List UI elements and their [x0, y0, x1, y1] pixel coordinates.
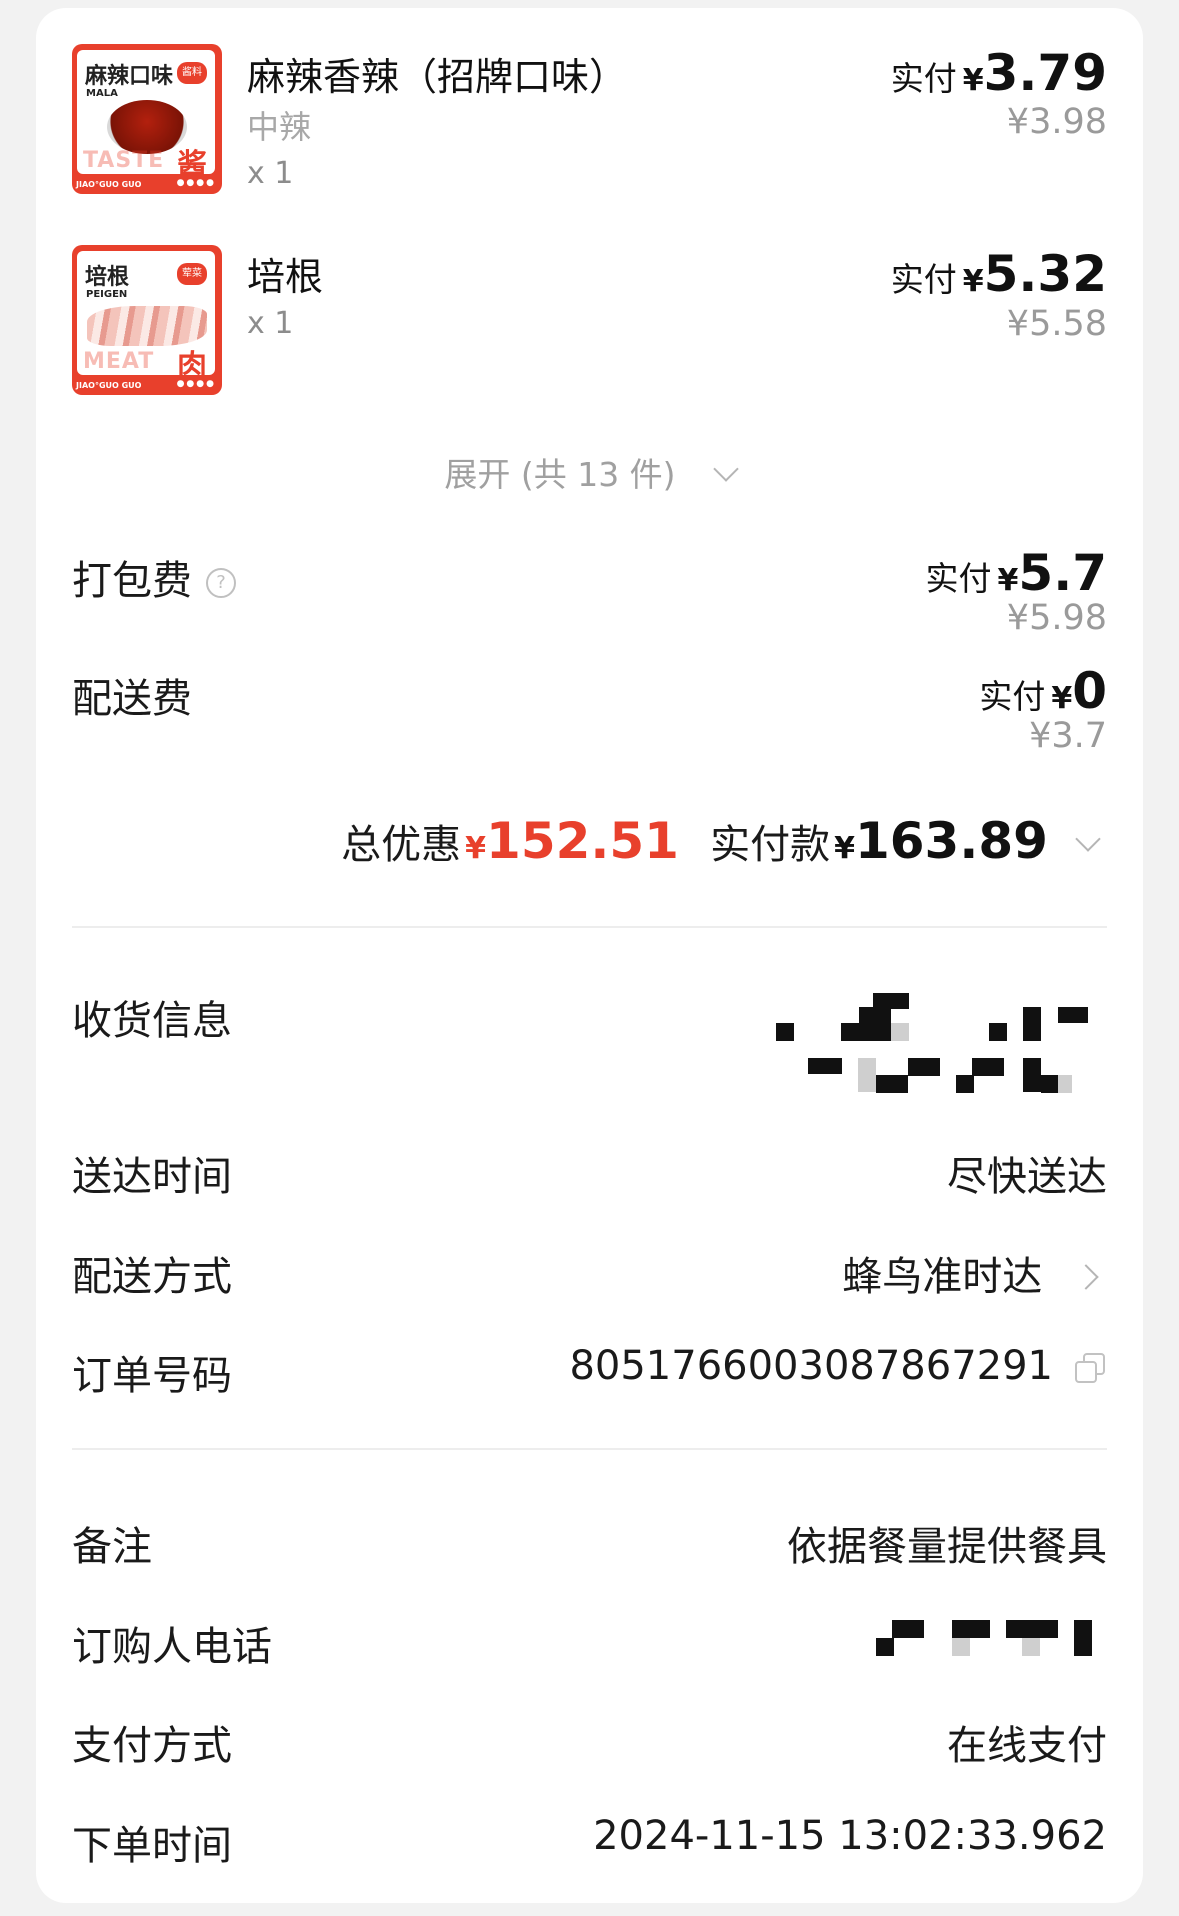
order-number-value: 8051766003087867291: [569, 1343, 1053, 1389]
order-total-summary[interactable]: 总优惠 ¥152.51 实付款 ¥163.89: [341, 812, 1107, 870]
packing-fee-paid: 实付 ¥5.7: [925, 544, 1107, 602]
delivery-fee-paid: 实付 ¥0: [979, 662, 1107, 720]
expand-items-button[interactable]: 展开 (共 13 件): [36, 448, 1143, 496]
product-qty: x 1: [247, 306, 294, 341]
receiver-info-label: 收货信息: [72, 998, 232, 1044]
delivery-method-link[interactable]: 蜂鸟准时达: [842, 1244, 1099, 1302]
copy-icon[interactable]: [1075, 1353, 1105, 1383]
packing-fee-original: ¥5.98: [1006, 598, 1107, 638]
total-paid: 163.89: [854, 812, 1048, 870]
product-paid-price: 实付 ¥5.32: [890, 245, 1107, 303]
product-original-price: ¥5.58: [1006, 304, 1107, 344]
question-circle-icon[interactable]: ?: [206, 568, 236, 598]
expand-label: 展开 (共 13 件): [444, 455, 676, 494]
delivery-time-label: 送达时间: [72, 1154, 232, 1200]
chevron-right-icon: [1073, 1264, 1099, 1290]
delivery-fee-original: ¥3.7: [1029, 716, 1107, 756]
delivery-method-label: 配送方式: [72, 1254, 232, 1300]
product-spec: 中辣: [247, 108, 312, 146]
receiver-info-redacted: [736, 993, 1136, 1103]
product-original-price: ¥3.98: [1006, 102, 1107, 142]
product-qty: x 1: [247, 156, 294, 191]
divider: [72, 1448, 1107, 1450]
buyer-phone-label: 订购人电话: [72, 1624, 272, 1670]
product-name[interactable]: 麻辣香辣（招牌口味）: [247, 46, 627, 101]
bacon-image: [87, 306, 207, 346]
chevron-down-icon: [1075, 826, 1101, 852]
total-discount: 152.51: [486, 812, 679, 870]
chevron-down-icon: [712, 456, 739, 482]
delivery-fee-label: 配送费: [72, 676, 192, 722]
remark-label: 备注: [72, 1524, 152, 1570]
buyer-phone-redacted: [856, 1620, 1126, 1664]
remark-value: 依据餐量提供餐具: [787, 1524, 1107, 1570]
order-time-label: 下单时间: [72, 1823, 232, 1869]
product-paid-price: 实付 ¥3.79: [890, 44, 1107, 102]
divider: [72, 926, 1107, 928]
product-thumbnail-bacon[interactable]: 培根 PEIGEN 荤菜 MEAT 肉 JIAO°GUO GUO ●●●●: [72, 245, 222, 395]
sauce-bowl-image: [107, 100, 187, 154]
delivery-method-value: 蜂鸟准时达: [842, 1254, 1043, 1300]
product-name[interactable]: 培根: [247, 246, 323, 301]
payment-method-value: 在线支付: [947, 1723, 1107, 1769]
delivery-time-value: 尽快送达: [947, 1154, 1107, 1200]
product-thumbnail-mala[interactable]: 麻辣口味 MALA 酱料 TASTE 酱 JIAO°GUO GUO ●●●●: [72, 44, 222, 194]
order-number-label: 订单号码: [72, 1353, 232, 1399]
order-detail-card: 麻辣口味 MALA 酱料 TASTE 酱 JIAO°GUO GUO ●●●● 麻…: [36, 8, 1143, 1903]
payment-method-label: 支付方式: [72, 1723, 232, 1769]
order-time-value: 2024-11-15 13:02:33.962: [593, 1813, 1107, 1859]
packing-fee-label: 打包费?: [72, 548, 236, 606]
